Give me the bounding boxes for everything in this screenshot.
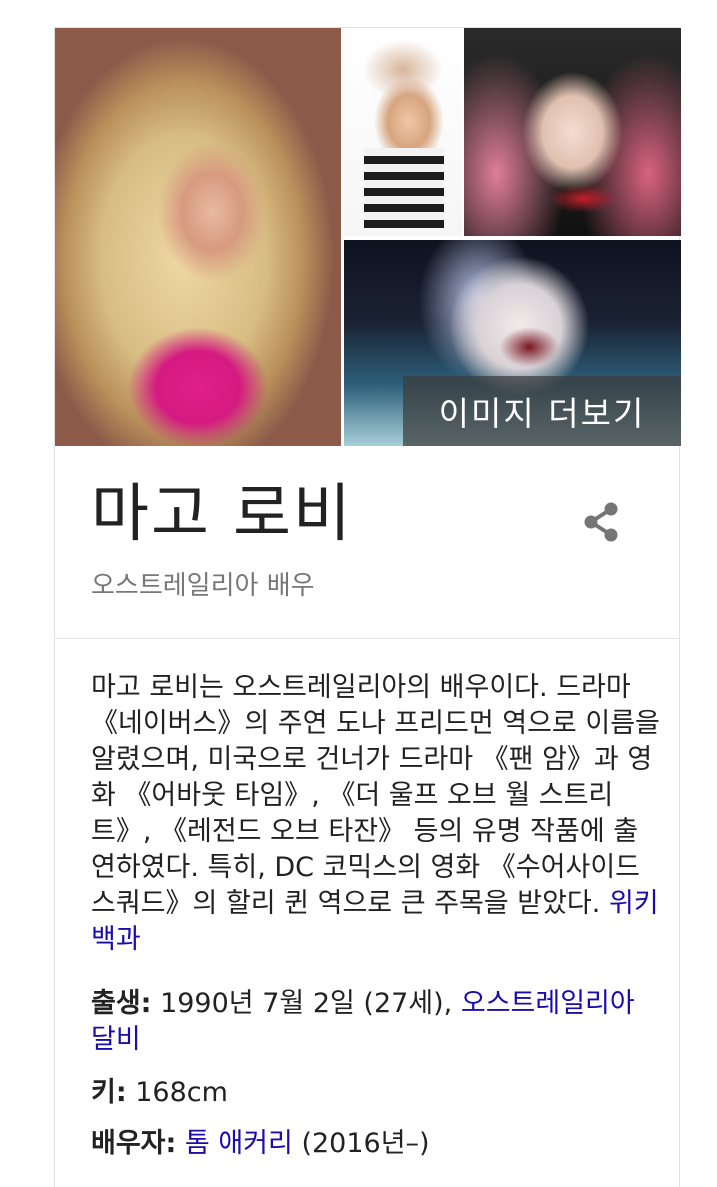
collage-image-2[interactable]	[344, 28, 462, 236]
collage-image-main[interactable]	[55, 28, 341, 446]
spouse-link[interactable]: 톰 애커리	[185, 1128, 293, 1159]
fact-spouse-value: (2016년–)	[301, 1128, 430, 1159]
entity-title: 마고 로비	[91, 477, 353, 550]
collage-image-3[interactable]	[464, 28, 681, 236]
entity-subtitle: 오스트레일리아 배우	[91, 571, 315, 601]
knowledge-panel: 이미지 더보기 마고 로비 오스트레일리아 배우 마고 로비는 오스트레일리아의…	[54, 27, 681, 1187]
fact-born-label: 출생:	[91, 988, 152, 1019]
description: 마고 로비는 오스트레일리아의 배우이다. 드라마 《네이버스》의 주연 도나 …	[91, 670, 661, 958]
fact-born-value: 1990년 7월 2일 (27세),	[160, 988, 453, 1019]
more-images-button[interactable]: 이미지 더보기	[403, 376, 681, 446]
collage-image-4[interactable]: 이미지 더보기	[344, 240, 681, 446]
fact-height-label: 키:	[91, 1077, 127, 1108]
fact-spouse-label: 배우자:	[91, 1128, 177, 1159]
divider	[55, 638, 679, 639]
image-collage[interactable]: 이미지 더보기	[55, 28, 681, 446]
description-text: 마고 로비는 오스트레일리아의 배우이다. 드라마 《네이버스》의 주연 도나 …	[91, 672, 660, 919]
fact-spouse: 배우자: 톰 애커리 (2016년–)	[91, 1126, 651, 1162]
fact-height: 키: 168cm	[91, 1075, 651, 1111]
share-icon[interactable]	[577, 498, 625, 546]
fact-born: 출생: 1990년 7월 2일 (27세), 오스트레일리아 달비	[91, 986, 651, 1058]
fact-height-value: 168cm	[135, 1077, 228, 1108]
